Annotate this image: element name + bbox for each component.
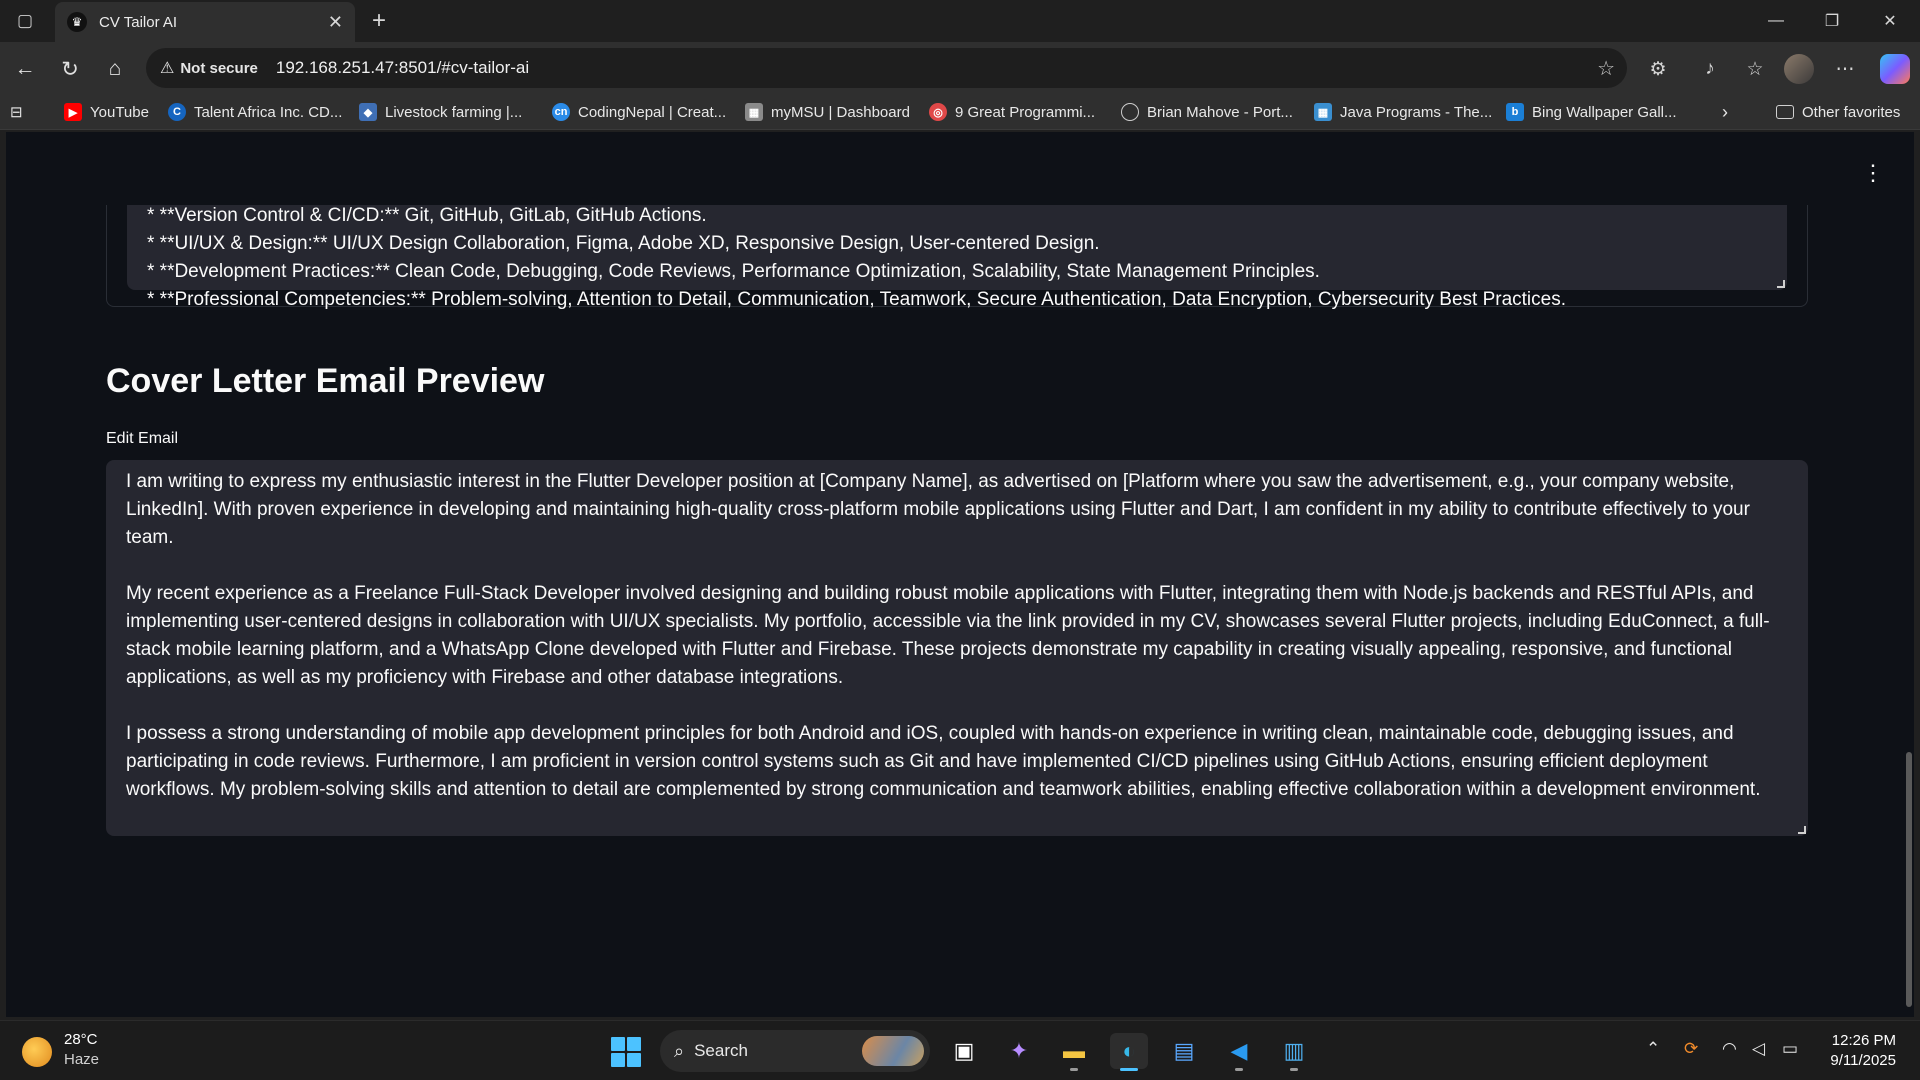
weather-temperature[interactable]: 28°C bbox=[64, 1031, 98, 1048]
bookmark-label: YouTube bbox=[90, 103, 149, 121]
close-tab-icon[interactable]: ✕ bbox=[328, 12, 343, 33]
bookmark-label: 9 Great Programmi... bbox=[955, 103, 1096, 121]
close-window-icon[interactable]: ✕ bbox=[1862, 0, 1918, 42]
bookmark-java-programs[interactable]: ▦ Java Programs - The... bbox=[1314, 101, 1492, 123]
weather-haze-icon[interactable] bbox=[22, 1037, 52, 1067]
search-highlight-image bbox=[862, 1036, 924, 1066]
search-icon: ⌕ bbox=[674, 1040, 685, 1061]
restore-icon[interactable]: ❐ bbox=[1804, 0, 1860, 42]
favorites-icon[interactable]: ☆ bbox=[1739, 54, 1771, 84]
system-clock[interactable]: 12:26 PM 9/11/2025 bbox=[1830, 1031, 1896, 1071]
resize-handle[interactable] bbox=[1777, 280, 1785, 288]
page-title: Cover Letter Email Preview bbox=[106, 362, 545, 400]
bing-icon: b bbox=[1506, 103, 1524, 121]
bookmark-label: Livestock farming |... bbox=[385, 103, 523, 121]
search-label: Search bbox=[694, 1041, 748, 1060]
taskbar-search[interactable]: ⌕ Search bbox=[660, 1030, 930, 1072]
youtube-icon: ▶ bbox=[64, 103, 82, 121]
copilot-app-icon[interactable]: ✦ bbox=[1000, 1033, 1038, 1069]
mymsu-icon: ▦ bbox=[745, 103, 763, 121]
more-bookmarks-icon[interactable]: › bbox=[1722, 101, 1728, 123]
security-label[interactable]: Not secure bbox=[180, 60, 258, 77]
profile-avatar[interactable] bbox=[1784, 54, 1814, 84]
main-menu-icon[interactable]: ⋮ bbox=[1862, 162, 1884, 184]
bookmark-bing-wallpaper[interactable]: b Bing Wallpaper Gall... bbox=[1506, 101, 1677, 123]
page-viewport: * **Version Control & CI/CD:** Git, GitH… bbox=[6, 132, 1914, 1017]
programming-icon: ◎ bbox=[929, 103, 947, 121]
reload-icon[interactable]: ↻ bbox=[53, 52, 87, 86]
tab-actions-icon[interactable]: ▢ bbox=[10, 8, 40, 34]
vscode-icon[interactable]: ◀ bbox=[1220, 1033, 1258, 1071]
email-paragraph: I possess a strong understanding of mobi… bbox=[126, 723, 1761, 800]
file-explorer-icon[interactable]: ▬ bbox=[1055, 1033, 1093, 1071]
notepad-icon[interactable]: ▥ bbox=[1275, 1033, 1313, 1071]
skills-line: * **Version Control & CI/CD:** Git, GitH… bbox=[147, 205, 707, 226]
extensions-icon[interactable]: ⚙ bbox=[1642, 54, 1674, 84]
bookmark-codingnepal[interactable]: cn CodingNepal | Creat... bbox=[552, 101, 726, 123]
bookmark-label: Bing Wallpaper Gall... bbox=[1532, 103, 1677, 121]
weather-description[interactable]: Haze bbox=[64, 1051, 99, 1068]
codingnepal-icon: cn bbox=[552, 103, 570, 121]
show-hidden-icons-icon[interactable]: ⌃ bbox=[1646, 1039, 1660, 1059]
home-icon[interactable]: ⌂ bbox=[98, 52, 132, 86]
volume-icon[interactable]: ◁ bbox=[1752, 1039, 1765, 1059]
bookmark-label: myMSU | Dashboard bbox=[771, 103, 910, 121]
tab-title: CV Tailor AI bbox=[99, 13, 178, 31]
tab-strip: ▢ ♛ CV Tailor AI ✕ + — ❐ ✕ bbox=[0, 0, 1920, 42]
bookmark-talent-africa[interactable]: C Talent Africa Inc. CD... bbox=[168, 101, 342, 123]
skills-line: * **UI/UX & Design:** UI/UX Design Colla… bbox=[147, 233, 1100, 254]
other-favorites[interactable]: Other favorites bbox=[1776, 101, 1900, 123]
edit-email-label: Edit Email bbox=[106, 430, 179, 447]
bookmark-label: Brian Mahove - Port... bbox=[1147, 103, 1293, 121]
page-scrollbar[interactable] bbox=[1906, 752, 1912, 1007]
copilot-icon[interactable] bbox=[1880, 54, 1910, 84]
browser-essentials-icon[interactable]: ♪ bbox=[1694, 54, 1726, 84]
bookmark-label: Java Programs - The... bbox=[1340, 103, 1493, 121]
bookmark-label: Talent Africa Inc. CD... bbox=[194, 103, 343, 121]
bookmarks-menu-icon[interactable]: ⊟ bbox=[10, 101, 23, 123]
browser-toolbar: ← ↻ ⌂ ⚠ Not secure 192.168.251.47:8501/#… bbox=[0, 42, 1920, 94]
other-favorites-label: Other favorites bbox=[1802, 103, 1901, 121]
java-programs-icon: ▦ bbox=[1314, 103, 1332, 121]
globe-icon bbox=[1121, 103, 1139, 121]
url-text[interactable]: 192.168.251.47:8501/#cv-tailor-ai bbox=[276, 58, 529, 78]
bookmark-youtube[interactable]: ▶ YouTube bbox=[64, 101, 149, 123]
minimize-icon[interactable]: — bbox=[1748, 0, 1804, 42]
warning-icon: ⚠ bbox=[160, 60, 175, 77]
more-options-icon[interactable]: ⋯ bbox=[1829, 54, 1861, 84]
taskbar: 28°C Haze ⌕ Search ▣ ✦ ▬ ◐ ▤ ◀ ▥ ⌃ ⟳ ◠ ◁… bbox=[0, 1020, 1920, 1080]
microsoft-store-icon[interactable]: ▤ bbox=[1165, 1033, 1203, 1069]
wifi-icon[interactable]: ◠ bbox=[1722, 1039, 1737, 1059]
bookmark-programming[interactable]: ◎ 9 Great Programmi... bbox=[929, 101, 1095, 123]
bookmark-mymsu[interactable]: ▦ myMSU | Dashboard bbox=[745, 101, 910, 123]
battery-icon[interactable]: ▭ bbox=[1782, 1039, 1798, 1059]
bookmark-label: CodingNepal | Creat... bbox=[578, 103, 727, 121]
address-bar[interactable]: ⚠ Not secure 192.168.251.47:8501/#cv-tai… bbox=[146, 48, 1627, 88]
edge-browser-icon[interactable]: ◐ bbox=[1110, 1033, 1148, 1071]
email-paragraph: I am writing to express my enthusiastic … bbox=[126, 471, 1750, 548]
skills-line: * **Professional Competencies:** Problem… bbox=[147, 289, 1566, 310]
email-paragraph: My recent experience as a Freelance Full… bbox=[126, 583, 1770, 688]
app-favicon-icon: ♛ bbox=[67, 12, 87, 32]
folder-icon bbox=[1776, 105, 1794, 119]
browser-tab[interactable]: ♛ CV Tailor AI ✕ bbox=[55, 2, 355, 42]
clock-date: 9/11/2025 bbox=[1830, 1052, 1896, 1069]
clock-time: 12:26 PM bbox=[1831, 1032, 1896, 1049]
resize-handle[interactable] bbox=[1798, 826, 1806, 834]
start-icon[interactable] bbox=[611, 1037, 641, 1067]
bookmark-livestock[interactable]: ◆ Livestock farming |... bbox=[359, 101, 522, 123]
livestock-icon: ◆ bbox=[359, 103, 377, 121]
new-tab-icon[interactable]: + bbox=[364, 6, 394, 36]
sync-icon[interactable]: ⟳ bbox=[1684, 1039, 1698, 1059]
app-header: ⋮ bbox=[6, 132, 1914, 205]
bookmarks-bar: ⊟ ▶ YouTube C Talent Africa Inc. CD... ◆… bbox=[0, 94, 1920, 130]
skills-line: * **Development Practices:** Clean Code,… bbox=[147, 261, 1320, 282]
talent-africa-icon: C bbox=[168, 103, 186, 121]
back-icon[interactable]: ← bbox=[8, 52, 42, 86]
email-textarea[interactable]: I am writing to express my enthusiastic … bbox=[106, 460, 1808, 836]
favorite-star-icon[interactable]: ☆ bbox=[1597, 56, 1615, 81]
bookmark-brian-mahove[interactable]: Brian Mahove - Port... bbox=[1121, 101, 1293, 123]
task-view-icon[interactable]: ▣ bbox=[945, 1033, 983, 1069]
